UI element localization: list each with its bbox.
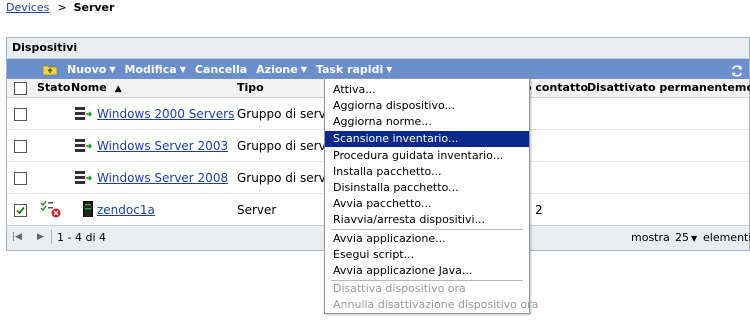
menu-separator bbox=[331, 229, 523, 230]
menu-item-refresh-device[interactable]: Aggiorna dispositivo... bbox=[325, 98, 529, 114]
column-permanently-disabled[interactable]: Disattivato permanentemente bbox=[587, 81, 750, 94]
device-last-contact: 2 bbox=[535, 203, 543, 217]
refresh-icon[interactable] bbox=[730, 64, 744, 78]
breadcrumb-separator: > bbox=[57, 1, 67, 14]
menu-item-inventory-wizard[interactable]: Procedura guidata inventario... bbox=[325, 148, 529, 164]
status-error-icon bbox=[40, 200, 61, 218]
column-stato[interactable]: Stato bbox=[37, 81, 70, 94]
row-checkbox[interactable] bbox=[14, 172, 27, 185]
menu-item-launch-java-application[interactable]: Avvia applicazione Java... bbox=[325, 263, 529, 279]
action-menu-label: Azione bbox=[256, 62, 298, 76]
page-size-select[interactable]: 25 ▼ bbox=[675, 231, 697, 244]
menu-item-retire-device: Disattiva dispositivo ora bbox=[333, 282, 466, 295]
column-tipo[interactable]: Tipo bbox=[237, 81, 264, 94]
menu-item-inventory-scan[interactable]: Scansione inventario... bbox=[325, 131, 529, 147]
device-name-link[interactable]: Windows Server 2003 bbox=[97, 139, 228, 153]
menu-item-install-bundle[interactable]: Installa pacchetto... bbox=[325, 164, 529, 180]
row-checkbox[interactable] bbox=[14, 108, 27, 121]
pager-divider bbox=[51, 230, 52, 244]
column-nome[interactable]: Nome ▲ bbox=[71, 81, 122, 94]
device-name-link[interactable]: zendoc1a bbox=[97, 203, 155, 217]
items-label: elementi bbox=[703, 231, 750, 244]
row-checkbox-checked[interactable] bbox=[14, 204, 27, 217]
quick-tasks-menu-button[interactable]: Task rapidi ▼ bbox=[316, 63, 393, 76]
column-last-contact[interactable]: o contatto bbox=[524, 81, 588, 94]
device-type: Gruppo di serv bbox=[237, 171, 326, 185]
checkmark-icon bbox=[16, 206, 25, 215]
action-menu-button[interactable]: Azione ▼ bbox=[256, 63, 307, 76]
server-group-icon bbox=[75, 171, 93, 184]
new-menu-button[interactable]: Nuovo ▼ bbox=[67, 63, 115, 76]
toolbar: Nuovo ▼ Modifica ▼ Cancella Azione ▼ Task r… bbox=[7, 59, 749, 79]
device-type: Gruppo di serv bbox=[237, 107, 326, 121]
select-all-checkbox[interactable] bbox=[14, 82, 27, 95]
device-type: Server bbox=[237, 203, 277, 217]
quick-tasks-chevron-down-icon: ▼ bbox=[386, 64, 393, 74]
device-type: Gruppo di serv bbox=[237, 139, 326, 153]
menu-item-launch-bundle[interactable]: Avvia pacchetto... bbox=[325, 196, 529, 212]
edit-chevron-down-icon: ▼ bbox=[179, 64, 186, 74]
panel-title: Dispositivi bbox=[7, 38, 749, 59]
menu-item-activate[interactable]: Attiva... bbox=[325, 82, 529, 98]
edit-menu-label: Modifica bbox=[124, 62, 177, 76]
new-menu-label: Nuovo bbox=[67, 62, 107, 76]
delete-button[interactable]: Cancella bbox=[195, 63, 247, 76]
row-checkbox[interactable] bbox=[14, 140, 27, 153]
device-name-link[interactable]: Windows Server 2008 bbox=[97, 171, 228, 185]
server-group-icon bbox=[75, 107, 93, 120]
menu-item-refresh-policies[interactable]: Aggiorna norme... bbox=[325, 114, 529, 130]
menu-item-reboot-shutdown[interactable]: Riavvia/arresta dispositivi... bbox=[325, 212, 529, 228]
menu-item-run-script[interactable]: Esegui script... bbox=[325, 247, 529, 263]
menu-item-uninstall-bundle[interactable]: Disinstalla pacchetto... bbox=[325, 180, 529, 196]
sort-ascending-icon: ▲ bbox=[114, 84, 122, 94]
breadcrumb-current: Server bbox=[73, 1, 115, 14]
new-chevron-down-icon: ▼ bbox=[109, 64, 116, 74]
folder-up-icon[interactable] bbox=[43, 64, 57, 75]
pager-range: 1 - 4 di 4 bbox=[57, 231, 106, 244]
previous-page-icon[interactable]: ▶ bbox=[37, 232, 44, 242]
chevron-down-icon: ▼ bbox=[691, 234, 698, 243]
page-size-value: 25 bbox=[675, 231, 689, 244]
server-icon bbox=[83, 201, 93, 217]
device-name-link[interactable]: Windows 2000 Servers bbox=[97, 107, 234, 121]
quick-tasks-dropdown: Attiva... Aggiorna dispositivo... Aggior… bbox=[324, 78, 539, 314]
server-group-icon bbox=[75, 139, 93, 152]
column-nome-label: Nome bbox=[71, 81, 107, 94]
quick-tasks-label: Task rapidi bbox=[315, 62, 384, 76]
breadcrumb-devices-link[interactable]: Devices bbox=[6, 1, 49, 14]
menu-item-launch-application[interactable]: Avvia applicazione... bbox=[325, 231, 529, 247]
edit-menu-button[interactable]: Modifica ▼ bbox=[124, 63, 185, 76]
show-label: mostra bbox=[631, 231, 670, 244]
first-page-icon[interactable]: |◀ bbox=[12, 232, 22, 242]
breadcrumb: Devices > Server bbox=[6, 1, 114, 15]
action-chevron-down-icon: ▼ bbox=[300, 64, 307, 74]
menu-item-unretire-device: Annulla disattivazione dispositivo ora bbox=[333, 298, 539, 311]
